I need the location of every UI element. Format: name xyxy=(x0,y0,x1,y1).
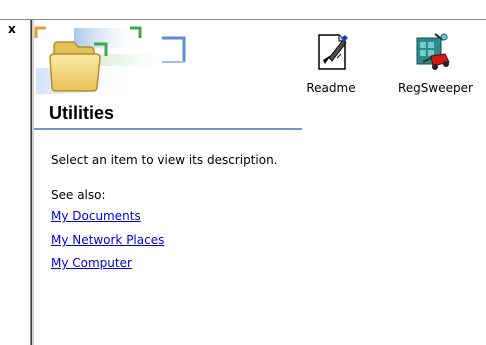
regsweeper-app-icon xyxy=(416,33,450,70)
file-name-regsweeper: RegSweeper xyxy=(398,81,473,95)
title-underline xyxy=(34,128,302,130)
link-my-network-places[interactable]: My Network Places xyxy=(51,233,164,247)
text-file-icon xyxy=(318,34,348,70)
link-my-documents[interactable]: My Documents xyxy=(51,209,141,223)
file-item-readme[interactable]: Readme xyxy=(296,32,366,95)
description-text: Select an item to view its description. xyxy=(51,153,278,167)
folder-title: Utilities xyxy=(49,103,115,123)
file-name-readme: Readme xyxy=(306,81,356,95)
file-item-regsweeper[interactable]: RegSweeper xyxy=(398,32,473,95)
folder-banner-icon xyxy=(34,26,186,94)
top-area xyxy=(0,0,486,19)
left-pane xyxy=(0,20,31,345)
link-my-computer[interactable]: My Computer xyxy=(51,256,132,270)
see-also-label: See also: xyxy=(51,188,106,202)
close-pane-icon[interactable]: x xyxy=(8,20,18,38)
